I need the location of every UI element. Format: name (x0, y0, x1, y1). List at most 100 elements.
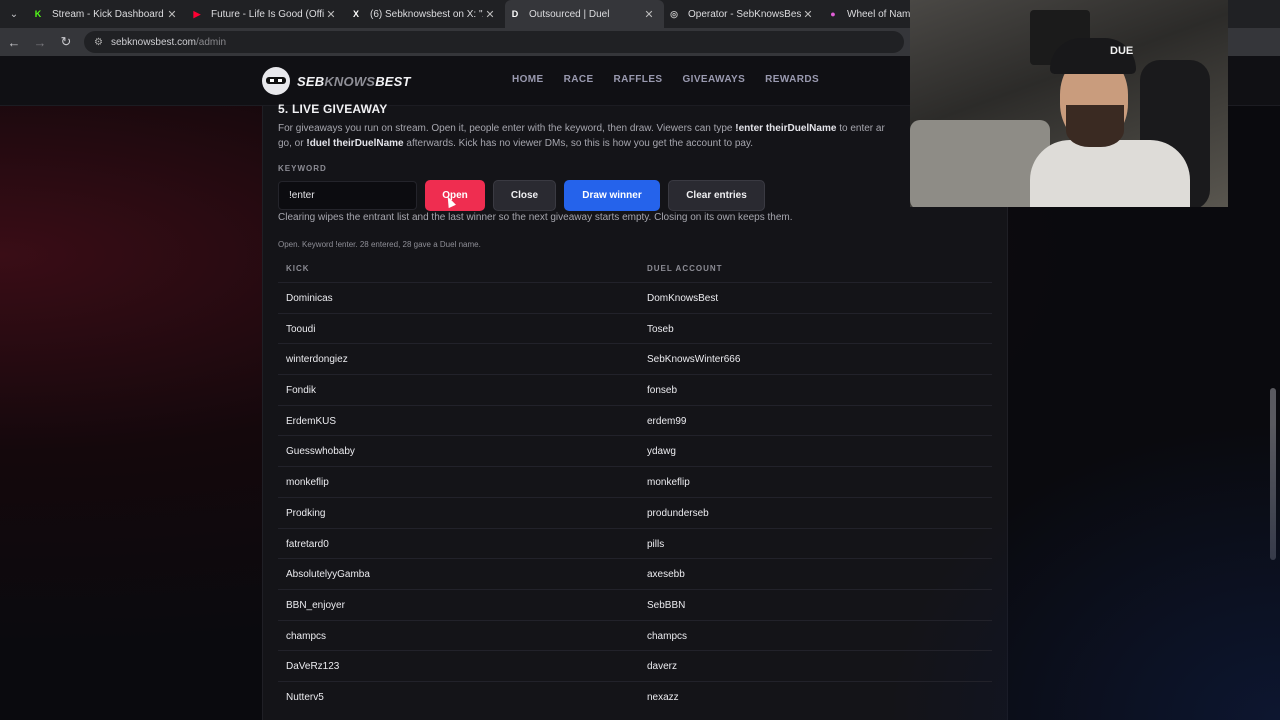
table-row: fatretard0 pills (278, 527, 992, 559)
kick-username: DaVeRz123 (286, 661, 340, 673)
browser-tab[interactable]: ◎ Operator - SebKnowsBest ✕ (664, 0, 823, 28)
kick-username: Prodking (286, 507, 326, 519)
tab-favicon-icon: K (34, 9, 42, 19)
duel-account: daverz (647, 661, 678, 673)
kick-username: Guesswhobaby (286, 446, 355, 458)
sofa (910, 120, 1050, 207)
tab-search-chevron-icon[interactable]: ⌄ (0, 0, 28, 28)
kick-username: Tooudi (286, 323, 316, 335)
table-row: Fondik fonseb (278, 374, 992, 405)
tab-favicon-icon: ◎ (670, 8, 678, 19)
duel-account: produnderseb (647, 507, 709, 519)
table-row: AbsolutelyyGamba axesebb (278, 558, 992, 589)
tab-close-icon[interactable]: ✕ (642, 8, 656, 21)
ninja-logo-icon (262, 67, 290, 95)
close-button[interactable]: Close (493, 180, 556, 211)
duel-account: pills (647, 538, 665, 550)
clear-hint-text: Clearing wipes the entrant list and the … (278, 212, 793, 223)
table-row: champcs champcs (278, 619, 992, 651)
forward-arrow-icon[interactable]: → (28, 30, 52, 54)
streamer-body (1030, 140, 1190, 207)
back-arrow-icon[interactable]: ← (2, 30, 26, 54)
duel-account: fonseb (647, 385, 678, 397)
site-logo[interactable]: SEBKNOWSBEST (262, 67, 411, 95)
clear-entries-button[interactable]: Clear entries (668, 180, 765, 211)
tab-close-icon[interactable]: ✕ (165, 8, 179, 21)
duel-account: axesebb (647, 569, 685, 581)
table-row: BBN_enjoyer SebBBN (278, 588, 992, 620)
table-row: ErdemKUS erdem99 (278, 404, 992, 436)
keyword-input[interactable]: !enter (278, 181, 417, 210)
browser-tab[interactable]: ▶ Future - Life Is Good (Official M✕ (187, 0, 346, 28)
nav-rewards[interactable]: REWARDS (765, 74, 819, 85)
table-row: monkeflip monkeflip (278, 466, 992, 497)
duel-account: SebBBN (647, 599, 686, 611)
tab-title: (6) Sebknowsbest on X: "ANYO (370, 8, 483, 20)
giveaway-status: Open. Keyword !enter. 28 entered, 28 gav… (278, 240, 481, 249)
main-nav: HOME RACE RAFFLES GIVEAWAYS REWARDS (512, 74, 839, 85)
url-host: sebknowsbest.com (110, 36, 197, 48)
keyword-label: KEYWORD (278, 164, 327, 173)
tab-close-icon[interactable]: ✕ (324, 8, 338, 21)
table-row: Prodking produnderseb (278, 496, 992, 528)
kick-username: ErdemKUS (286, 415, 337, 427)
nav-giveaways[interactable]: GIVEAWAYS (682, 74, 745, 85)
tab-title: Outsourced | Duel (529, 8, 610, 20)
kick-username: Dominicas (286, 293, 333, 304)
nav-home[interactable]: HOME (512, 74, 544, 85)
logo-wordmark: SEBKNOWSBEST (297, 73, 411, 89)
tab-favicon-icon: X (352, 9, 359, 19)
duel-account: monkeflip (647, 477, 690, 489)
webcam-overlay: DUE (910, 0, 1228, 207)
duel-account: erdem99 (647, 415, 687, 427)
url-path: /admin (196, 36, 227, 48)
kick-username: AbsolutelyyGamba (286, 569, 370, 581)
browser-tab[interactable]: K Stream - Kick Dashboard ✕ (28, 0, 187, 28)
section-title: 5. LIVE GIVEAWAY (278, 102, 388, 116)
streamer-beard (1066, 105, 1124, 147)
duel-account: SebKnowsWinter666 (647, 354, 741, 366)
tab-title: Operator - SebKnowsBest (688, 8, 801, 20)
tab-close-icon[interactable]: ✕ (801, 8, 815, 21)
table-row: DaVeRz123 daverz (278, 650, 992, 681)
browser-tab[interactable]: X (6) Sebknowsbest on X: "ANYO✕ (346, 0, 505, 28)
kick-username: Fondik (286, 385, 317, 397)
duel-account: nexazz (647, 691, 679, 703)
col-kick: KICK (286, 264, 310, 273)
tab-favicon-icon: D (511, 9, 519, 19)
kick-username: monkeflip (286, 477, 329, 489)
tab-close-icon[interactable]: ✕ (483, 8, 497, 21)
page-scrollbar[interactable] (1270, 388, 1276, 560)
duel-account: champcs (647, 630, 688, 642)
kick-username: Nutterv5 (286, 691, 324, 703)
tab-title: Stream - Kick Dashboard (52, 8, 164, 20)
duel-account: DomKnowsBest (647, 293, 719, 304)
table-row: Tooudi Toseb (278, 312, 992, 344)
duel-account: Toseb (647, 323, 674, 335)
kick-username: champcs (286, 630, 327, 642)
nav-race[interactable]: RACE (564, 74, 594, 85)
entrants-table-body: Dominicas DomKnowsBest Tooudi Toseb winterdo… (278, 282, 992, 712)
kick-username: winterdongiez (286, 354, 348, 366)
tab-title: Future - Life Is Good (Official M (211, 8, 324, 20)
reload-icon[interactable]: ↻ (54, 30, 78, 54)
col-duel-account: DUEL ACCOUNT (647, 264, 723, 273)
browser-tab[interactable]: D Outsourced | Duel ✕ (505, 0, 664, 28)
draw-winner-button[interactable]: Draw winner (564, 180, 660, 211)
table-row: Nutterv5 nexazz (278, 680, 992, 712)
cap-logo-text: DUE (1110, 45, 1134, 57)
tab-favicon-icon: ▶ (193, 8, 201, 19)
kick-username: fatretard0 (286, 538, 329, 550)
table-row: winterdongiez SebKnowsWinter666 (278, 343, 992, 374)
url-field[interactable]: ⚙ sebknowsbest.com/admin (84, 31, 904, 53)
section-description: For giveaways you run on stream. Open it… (278, 123, 885, 149)
open-button[interactable]: Open (425, 180, 485, 211)
tab-favicon-icon: ● (830, 9, 836, 19)
entrants-table-header: KICK DUEL ACCOUNT (278, 264, 992, 276)
table-row: Dominicas DomKnowsBest (278, 282, 992, 313)
table-row: Guesswhobaby ydawg (278, 435, 992, 466)
kick-username: BBN_enjoyer (286, 599, 345, 611)
nav-raffles[interactable]: RAFFLES (614, 74, 663, 85)
duel-account: ydawg (647, 446, 676, 458)
site-settings-icon[interactable]: ⚙ (94, 37, 103, 48)
